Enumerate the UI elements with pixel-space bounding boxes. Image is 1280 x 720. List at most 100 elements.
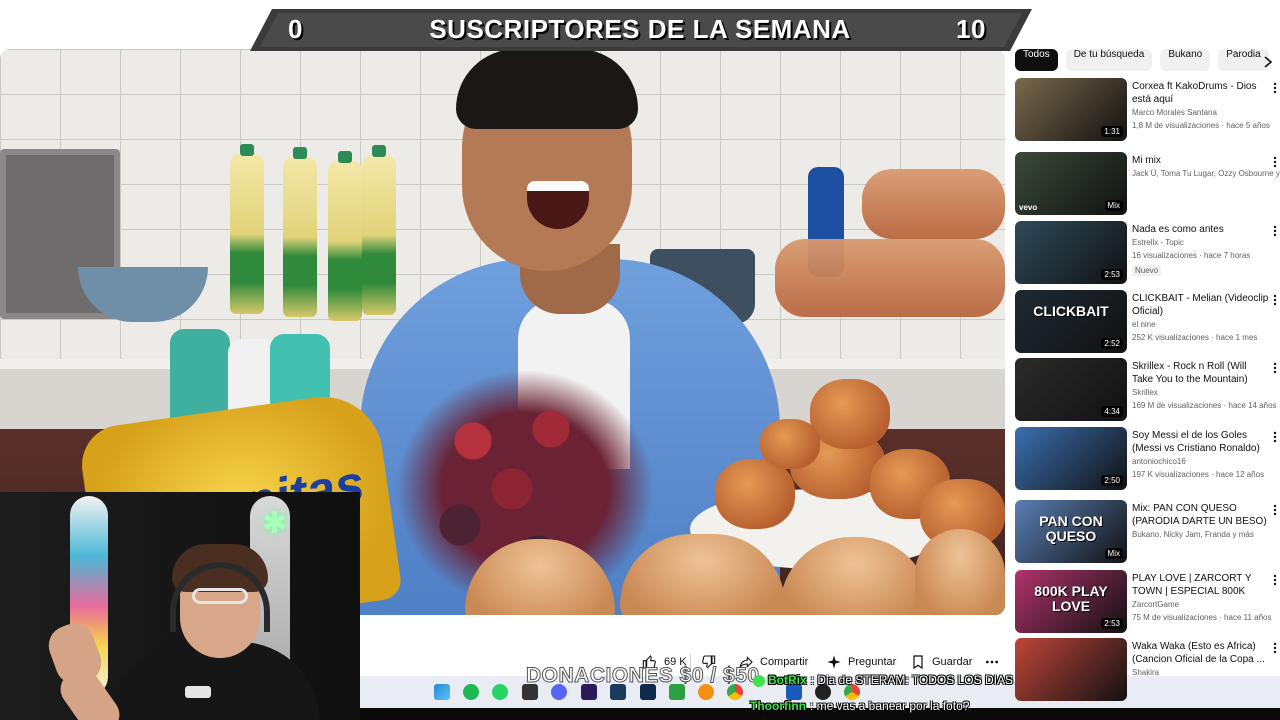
glasses — [192, 588, 248, 604]
chat-text: : me vas a banear por la foto? — [809, 699, 970, 713]
banner-right-count: 10 — [956, 14, 986, 44]
video-title[interactable]: Corxea ft KakoDrums - Dios está aquí — [1132, 80, 1270, 106]
banner-title: SUSCRIPTORES DE LA SEMANA — [429, 14, 851, 44]
video-thumbnail[interactable]: 2:50 — [1015, 427, 1127, 490]
video-title[interactable]: Nada es como antes — [1132, 223, 1270, 236]
ask-button[interactable]: Preguntar — [826, 650, 896, 674]
save-button[interactable]: Guardar — [910, 650, 972, 674]
oil-bottle — [362, 145, 396, 315]
duration-badge: 2:50 — [1101, 475, 1123, 486]
more-vertical-icon[interactable] — [1273, 156, 1277, 168]
banner-left-count: 0 — [288, 14, 303, 44]
video-title[interactable]: CLICKBAIT - Melian (Videoclip Oficial) — [1132, 292, 1270, 318]
bot-icon — [753, 675, 765, 687]
shirt-logo — [185, 686, 211, 698]
channel-name[interactable]: Marco Morales Santana — [1132, 108, 1280, 117]
channel-name[interactable]: Bukano, Nicky Jam, Franda y más — [1132, 530, 1280, 539]
video-title[interactable]: PLAY LOVE | ZARCORT Y TOWN | ESPECIAL 80… — [1132, 572, 1270, 598]
chip-bukano[interactable]: Bukano — [1160, 49, 1211, 71]
channel-name[interactable]: Jack Ü, Toma Tu Lugar, Ozzy Osbourne y..… — [1132, 169, 1280, 178]
video-meta: 169 M de visualizaciones · hace 14 años — [1132, 401, 1277, 410]
more-vertical-icon[interactable] — [1273, 82, 1277, 94]
recommendation-item[interactable]: 2:50 Soy Messi el de los Goles (Messi vs … — [1015, 427, 1277, 491]
webcam-overlay: ✱ — [0, 492, 360, 720]
stream-screen: { "banner": { "left_count": "0", "title"… — [0, 0, 1280, 720]
video-meta: 16 visualizaciones · hace 7 horas — [1132, 251, 1251, 260]
video-title[interactable]: Skrillex - Rock n Roll (Will Take You to… — [1132, 360, 1270, 386]
video-thumbnail[interactable]: 800K PLAY LOVE 2:53 — [1015, 570, 1127, 633]
video-thumbnail[interactable]: 2:53 — [1015, 221, 1127, 284]
channel-name[interactable]: Shakira — [1132, 668, 1280, 677]
video-thumbnail[interactable]: PAN CON QUESO Mix — [1015, 500, 1127, 563]
video-thumbnail[interactable]: CLICKBAIT 2:52 — [1015, 290, 1127, 353]
more-vertical-icon[interactable] — [1273, 225, 1277, 237]
whatsapp-icon[interactable] — [492, 684, 508, 700]
more-vertical-icon[interactable] — [1273, 574, 1277, 586]
duration-badge: 2:52 — [1101, 338, 1123, 349]
recommendation-item[interactable]: 1:31 Corxea ft KakoDrums - Dios está aquí… — [1015, 78, 1277, 142]
duration-badge: 2:53 — [1101, 618, 1123, 629]
bookmark-icon — [913, 655, 923, 670]
bread-bag — [775, 239, 1005, 317]
spotify-icon[interactable] — [463, 684, 479, 700]
chip-todos[interactable]: Todos — [1015, 49, 1058, 71]
video-thumbnail[interactable] — [1015, 638, 1127, 701]
bread-bag — [862, 169, 1005, 239]
duration-badge: 4:34 — [1101, 406, 1123, 417]
thumbnail-text: PAN CON QUESO — [1039, 513, 1103, 544]
video-thumbnail[interactable]: 4:34 — [1015, 358, 1127, 421]
chat-nick: BotRix — [768, 673, 807, 687]
chip-de-tu-busqueda[interactable]: De tu búsqueda — [1065, 49, 1153, 71]
more-actions-button[interactable] — [984, 650, 1000, 674]
ask-label: Preguntar — [848, 656, 897, 668]
windows-start-icon[interactable] — [434, 684, 450, 700]
duration-badge: 2:53 — [1101, 269, 1123, 280]
sparkle-icon — [827, 655, 841, 669]
channel-name[interactable]: antoniochico16 — [1132, 457, 1280, 466]
video-thumbnail[interactable]: 1:31 — [1015, 78, 1127, 141]
more-vertical-icon[interactable] — [1273, 504, 1277, 516]
recommendation-item[interactable]: 4:34 Skrillex - Rock n Roll (Will Take Yo… — [1015, 358, 1277, 422]
recommendation-item[interactable]: CLICKBAIT 2:52 CLICKBAIT - Melian (Videocl… — [1015, 290, 1277, 354]
more-horizontal-icon — [986, 660, 998, 664]
chat-nick: Thoorfinn — [750, 699, 806, 713]
video-meta: 1,8 M de visualizaciones · hace 5 años — [1132, 121, 1270, 130]
video-thumbnail[interactable]: vevo Mix — [1015, 152, 1127, 215]
channel-name[interactable]: ZarcortGame — [1132, 600, 1280, 609]
tuna-fruit — [715, 459, 795, 529]
recommendation-item[interactable]: 2:53 Nada es como antes Estrellx - Topic 16… — [1015, 221, 1277, 285]
save-label: Guardar — [932, 656, 973, 668]
thumbnail-text: CLICKBAIT — [1033, 303, 1109, 319]
person-hair — [456, 49, 638, 129]
recommendation-item[interactable]: PAN CON QUESO Mix Mix: PAN CON QUESO (PARO… — [1015, 500, 1277, 564]
more-vertical-icon[interactable] — [1273, 431, 1277, 443]
recommendation-item[interactable]: Waka Waka (Esto es Africa) (Cancion Ofic… — [1015, 638, 1277, 702]
channel-name[interactable]: Estrellx - Topic — [1132, 238, 1280, 247]
video-title[interactable]: Mi mix — [1132, 154, 1270, 167]
more-vertical-icon[interactable] — [1273, 362, 1277, 374]
bread-bun — [915, 529, 1005, 615]
video-title[interactable]: Mix: PAN CON QUESO (PARODIA DARTE UN BES… — [1132, 502, 1270, 528]
more-vertical-icon[interactable] — [1273, 294, 1277, 306]
thumbnail-text: 800K PLAY LOVE — [1034, 583, 1108, 614]
video-title[interactable]: Soy Messi el de los Goles (Messi vs Cris… — [1132, 429, 1270, 455]
channel-name[interactable]: Skrillex — [1132, 388, 1280, 397]
video-meta: 197 K visualizaciones · hace 12 años — [1132, 470, 1265, 479]
oil-bottle — [328, 151, 362, 321]
oil-bottle — [283, 147, 317, 317]
duration-badge: Mix — [1104, 200, 1123, 211]
recommendation-item[interactable]: vevo Mix Mi mix Jack Ü, Toma Tu Lugar, Ozzy… — [1015, 152, 1280, 216]
recommendation-item[interactable]: 800K PLAY LOVE 2:53 PLAY LOVE | ZARCORT Y … — [1015, 570, 1277, 634]
channel-name[interactable]: el nine — [1132, 320, 1280, 329]
video-title[interactable]: Waka Waka (Esto es Africa) (Cancion Ofic… — [1132, 640, 1270, 666]
vevo-logo: vevo — [1019, 203, 1038, 212]
oil-bottle — [230, 144, 264, 314]
video-meta: 252 K visualizaciones · hace 1 mes — [1132, 333, 1258, 342]
tuna-fruit — [810, 379, 890, 449]
chat-message: Thoorfinn: me vas a banear por la foto? — [750, 699, 969, 713]
share-label: Compartir — [760, 656, 809, 668]
palm-neon-icon: ✱ — [262, 506, 288, 541]
chevron-right-icon[interactable] — [1262, 55, 1274, 69]
more-vertical-icon[interactable] — [1273, 642, 1277, 654]
new-badge: Nuevo — [1132, 265, 1162, 276]
